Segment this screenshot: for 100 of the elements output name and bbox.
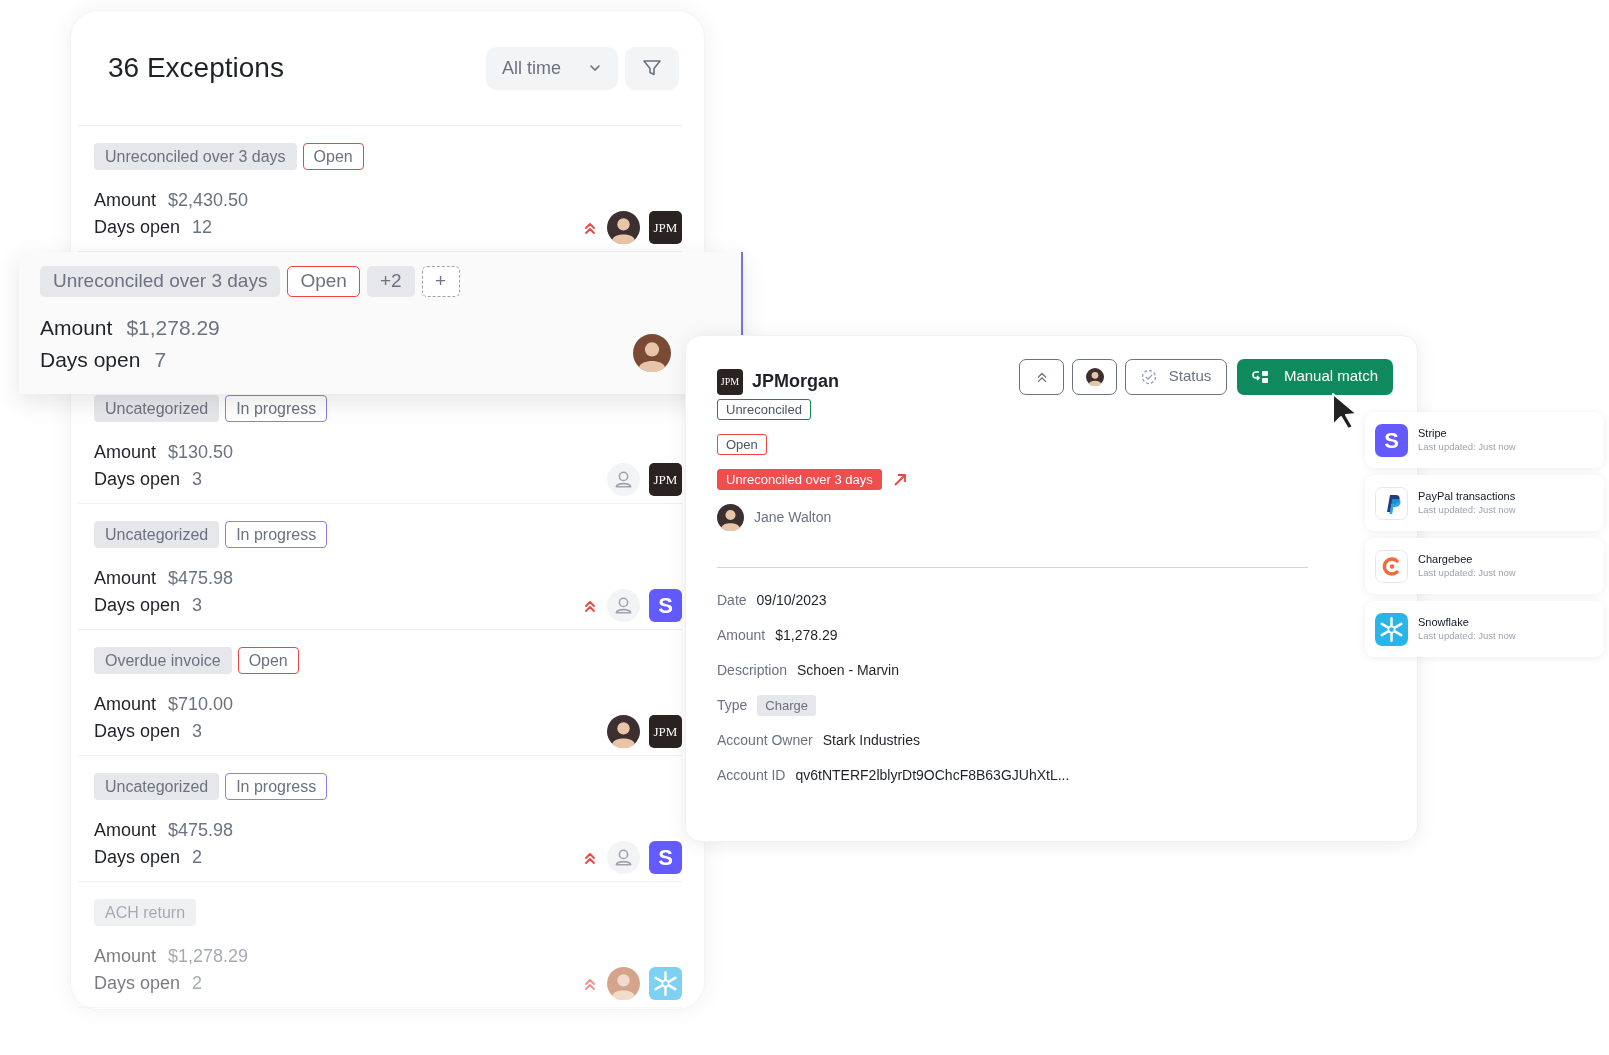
status-tag: In progress	[225, 521, 328, 548]
integration-card[interactable]: Chargebee Last updated: Just now	[1365, 538, 1604, 594]
field-label: Amount	[40, 315, 113, 341]
status-tag: Open	[287, 266, 360, 297]
field-value: $710.00	[168, 693, 234, 716]
field-value: $475.98	[168, 819, 234, 842]
field-label: Account Owner	[717, 731, 813, 750]
field-label: Days open	[94, 846, 181, 869]
exception-row[interactable]: Overdue invoice Open Amount $710.00 Days open 3 JPM	[78, 647, 682, 748]
last-updated-text: Last updated: Just now	[1418, 629, 1516, 642]
field-value: 12	[192, 216, 213, 239]
status-tag: Unreconciled over 3 days	[717, 469, 882, 490]
field-label: Account ID	[717, 766, 786, 785]
field-value: $2,430.50	[168, 189, 249, 212]
field-label: Amount	[94, 441, 157, 464]
more-tags-badge: +2	[366, 266, 415, 297]
assignee-button[interactable]	[1072, 358, 1117, 395]
manual-match-button[interactable]: Manual match	[1237, 358, 1393, 395]
category-tag: Unreconciled over 3 days	[40, 266, 281, 297]
exception-row[interactable]: Uncategorized In progress Amount $475.98 Days open 3 S	[78, 521, 682, 622]
snowflake-logo-icon	[649, 967, 682, 1000]
integration-name: Snowflake	[1418, 616, 1470, 629]
avatar-icon	[1085, 367, 1104, 386]
status-icon	[1140, 368, 1157, 385]
integration-name: PayPal transactions	[1418, 490, 1516, 503]
exception-row[interactable]: Uncategorized In progress Amount $475.98 Days open 2 S	[78, 773, 682, 874]
field-value: 3	[192, 468, 203, 491]
field-label: Amount	[94, 693, 157, 716]
paypal-logo-icon	[1375, 486, 1408, 520]
priority-button[interactable]	[1019, 358, 1064, 395]
status-button[interactable]: Status	[1125, 358, 1227, 395]
status-tag: In progress	[225, 773, 328, 800]
type-tag: Charge	[757, 695, 816, 716]
bank-logo: JPM	[649, 463, 682, 496]
category-tag: Uncategorized	[94, 521, 220, 548]
assignee-name: Jane Walton	[754, 508, 832, 527]
integration-card[interactable]: S Stripe Last updated: Just now	[1365, 412, 1604, 468]
category-tag: Uncategorized	[94, 395, 220, 422]
add-tag-button[interactable]: +	[421, 266, 460, 297]
exception-row[interactable]: Uncategorized In progress Amount $130.50 Days open 3 JPM	[78, 395, 682, 496]
match-icon	[1251, 368, 1270, 385]
avatar-icon	[717, 504, 744, 531]
status-tag: Unreconciled	[717, 399, 811, 420]
field-label: Days open	[94, 468, 181, 491]
field-value: Stark Industries	[822, 731, 920, 750]
exception-row[interactable]: ACH return Amount $1,278.29 Days open 2	[78, 899, 682, 1000]
field-label: Amount	[94, 189, 157, 212]
field-value: $130.50	[168, 441, 234, 464]
field-value: 2	[192, 972, 203, 995]
category-tag: ACH return	[94, 899, 197, 926]
field-label: Date	[717, 591, 747, 610]
field-value: 3	[192, 594, 203, 617]
field-label: Amount	[717, 626, 766, 645]
integration-card[interactable]: Snowflake Last updated: Just now	[1365, 601, 1604, 657]
status-tag: Open	[302, 143, 364, 170]
bank-logo: JPM	[649, 715, 682, 748]
status-tag: Open	[237, 647, 299, 674]
period-dropdown[interactable]: All time	[486, 46, 618, 90]
field-value: $475.98	[168, 567, 234, 590]
stripe-logo: S	[649, 841, 682, 874]
field-value: $1,278.29	[775, 626, 838, 645]
field-label: Days open	[94, 594, 181, 617]
field-label: Amount	[94, 819, 157, 842]
category-tag: Uncategorized	[94, 773, 220, 800]
last-updated-text: Last updated: Just now	[1418, 566, 1516, 579]
field-value: $1,278.29	[168, 945, 249, 968]
field-label: Days open	[94, 720, 181, 743]
bank-logo: JPM	[649, 211, 682, 244]
field-value: $1,278.29	[126, 315, 220, 341]
field-value: 3	[192, 720, 203, 743]
field-label: Amount	[94, 945, 157, 968]
filter-icon	[642, 58, 662, 78]
last-updated-text: Last updated: Just now	[1418, 440, 1516, 453]
panel-title: 36 Exceptions	[108, 51, 284, 85]
field-value: qv6tNTERF2lblyrDt9OChcF8B63GJUhXtL...	[795, 766, 1070, 785]
status-tag: Open	[717, 434, 767, 455]
field-value: 2	[192, 846, 203, 869]
chargebee-logo-icon	[1375, 549, 1408, 583]
integration-name: Chargebee	[1418, 553, 1474, 566]
exception-row[interactable]: Unreconciled over 3 days Open Amount $2,430.50 Days open 12 JPM	[78, 143, 682, 244]
snowflake-logo-icon	[1375, 612, 1408, 646]
field-value: 7	[154, 347, 167, 373]
status-tag: In progress	[225, 395, 328, 422]
last-updated-text: Last updated: Just now	[1418, 503, 1516, 516]
filter-button[interactable]	[625, 46, 679, 90]
integration-name: Stripe	[1418, 427, 1448, 440]
detail-title: JPMorgan	[752, 370, 839, 393]
integration-card[interactable]: PayPal transactions Last updated: Just now	[1365, 475, 1604, 531]
field-label: Description	[717, 661, 788, 680]
field-value: Schoen - Marvin	[797, 661, 899, 680]
category-tag: Overdue invoice	[94, 647, 232, 674]
bank-logo: JPM	[717, 368, 743, 395]
field-label: Type	[717, 696, 748, 715]
field-label: Days open	[40, 347, 141, 373]
stripe-logo: S	[649, 589, 682, 622]
field-label: Days open	[94, 972, 181, 995]
stripe-logo: S	[1375, 423, 1408, 457]
field-label: Days open	[94, 216, 181, 239]
field-label: Amount	[94, 567, 157, 590]
field-value: 09/10/2023	[756, 591, 827, 610]
